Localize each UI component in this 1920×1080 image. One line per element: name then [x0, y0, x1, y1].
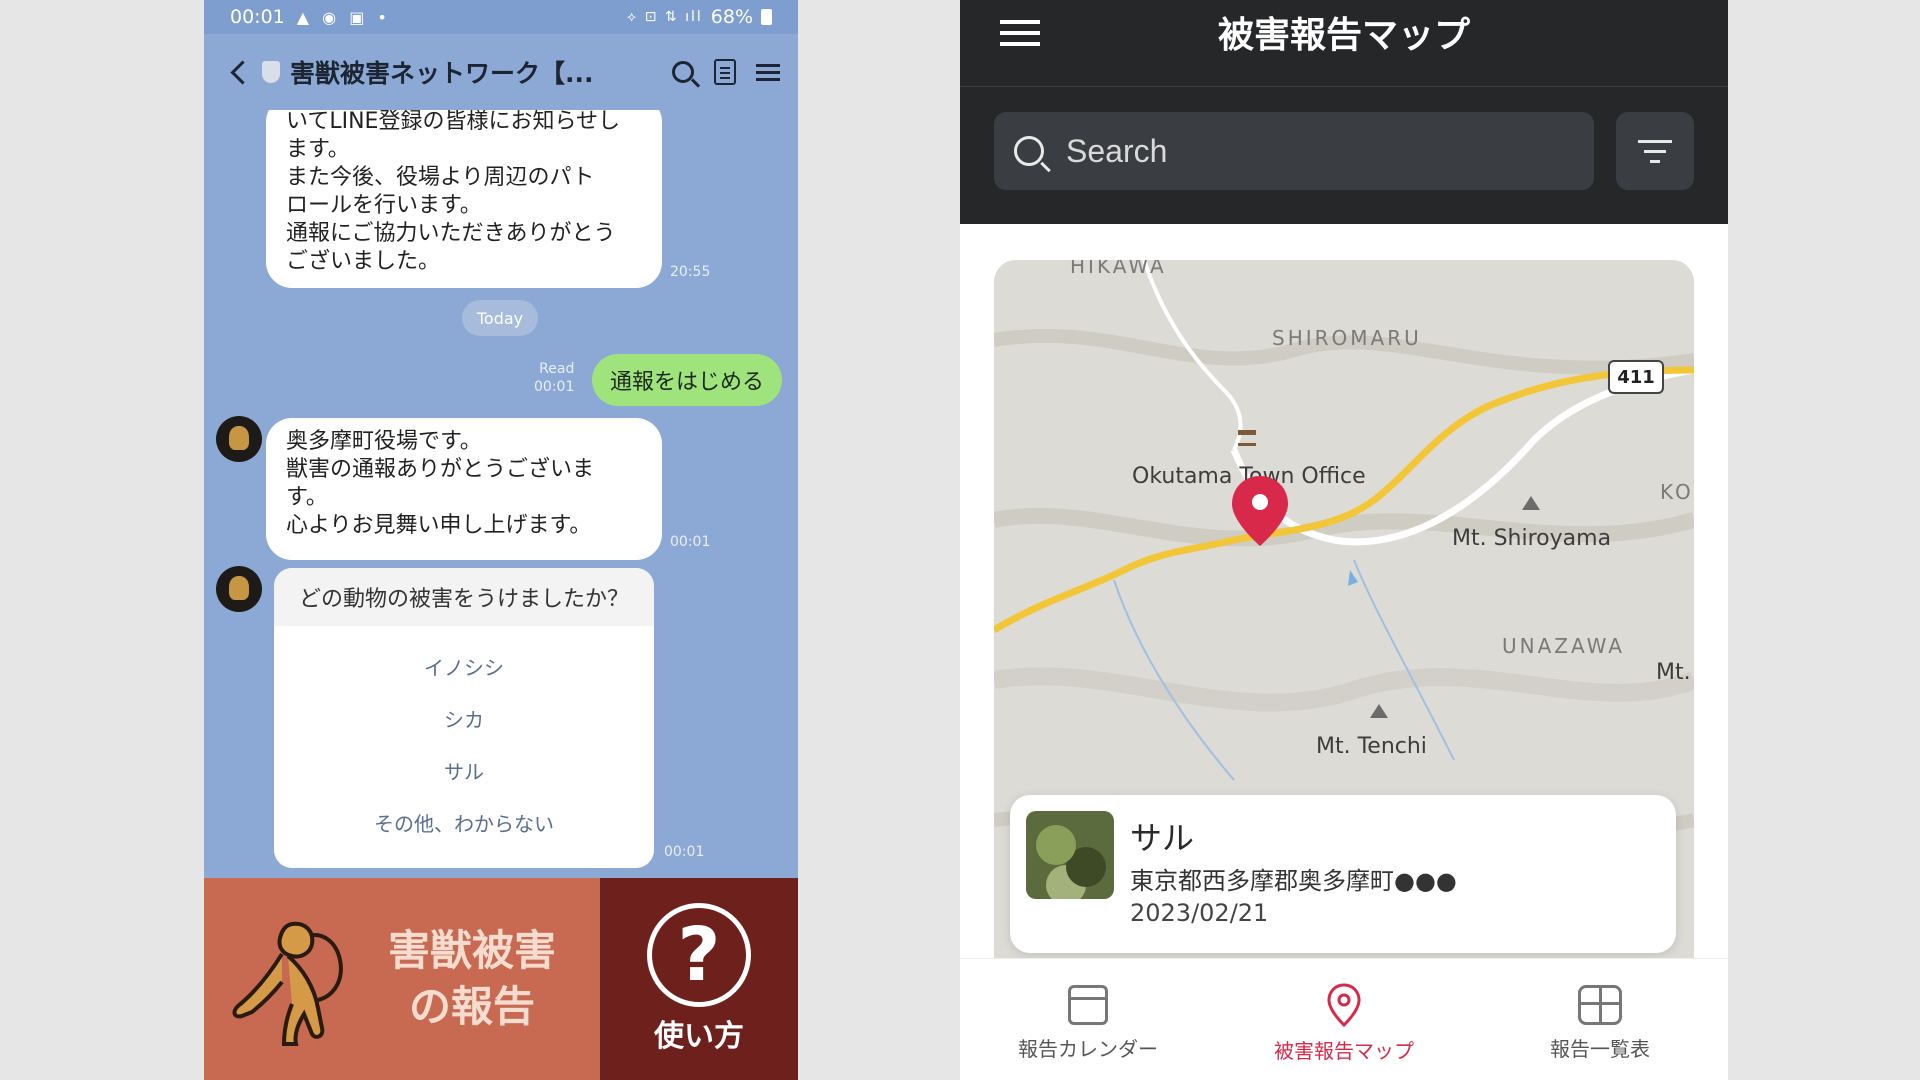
map-label-tenchi: Mt. Tenchi [1316, 734, 1427, 759]
filter-button[interactable] [1616, 112, 1694, 190]
report-title: サル [1130, 819, 1195, 857]
search-icon [1014, 136, 1044, 166]
search-placeholder: Search [1066, 132, 1168, 169]
monkey-icon [232, 921, 343, 1046]
battery-icon [761, 9, 772, 25]
map-label-shiromaru: SHIROMARU [1272, 326, 1422, 350]
option-saru[interactable]: サル [274, 744, 654, 796]
notes-icon[interactable] [714, 59, 736, 85]
route-shield: 411 [1608, 360, 1664, 394]
message-bubble: いてLINE登録の皆様にお知らせし ます。 また今後、役場より周辺のパト ロール… [266, 110, 662, 288]
question-mark-icon: ? [647, 903, 751, 1007]
shield-icon [262, 61, 280, 83]
mountain-icon [1522, 496, 1540, 510]
message-time: 00:01 [670, 534, 711, 550]
notification-icons: ▲ ◉ ▣ • [296, 7, 391, 27]
date-divider: Today [462, 300, 538, 336]
report-label: 害獣被害 の報告 [388, 926, 557, 1031]
table-icon [1578, 985, 1622, 1025]
message-time: 20:55 [670, 264, 711, 280]
signal-icon: ⟡ ⊡ ⇅ ıll [627, 9, 703, 25]
calendar-icon [1068, 985, 1108, 1025]
sent-message: 通報をはじめる [592, 354, 782, 406]
report-date: 2023/02/21 [1130, 899, 1269, 927]
question-text: どの動物の被害をうけましたか？ [274, 568, 654, 626]
message-bubble: 奥多摩町役場です。 獣害の通報ありがとうございま す。 心よりお見舞い申し上げま… [266, 418, 662, 560]
map-app-screen: 被害報告マップ Search HIKAWA SHIROMARU 411 Okut… [960, 0, 1728, 1080]
app-header: 被害報告マップ Search [960, 0, 1728, 224]
map-label-shiroyama: Mt. Shiroyama [1452, 526, 1612, 551]
report-damage-button[interactable]: 害獣被害 の報告 [204, 878, 600, 1080]
option-other[interactable]: その他、わからない [274, 796, 654, 848]
report-address: 東京都西多摩郡奥多摩町●●● [1130, 867, 1457, 895]
nav-map[interactable]: 被害報告マップ [1216, 959, 1472, 1080]
location-pin-icon[interactable] [1230, 474, 1290, 548]
map-pin-icon [1327, 983, 1361, 1027]
chat-messages: いてLINE登録の皆様にお知らせし ます。 また今後、役場より周辺のパト ロール… [204, 110, 798, 878]
battery-percent: 68% [710, 6, 753, 28]
chat-header: 害獣被害ネットワーク【... [204, 34, 798, 110]
town-office-icon [1238, 430, 1256, 446]
status-bar: 00:01 ▲ ◉ ▣ • ⟡ ⊡ ⇅ ıll 68% [204, 0, 798, 34]
page-title: 被害報告マップ [1217, 15, 1470, 56]
line-chat-screen: 00:01 ▲ ◉ ▣ • ⟡ ⊡ ⇅ ıll 68% 害獣被害ネットワーク【.… [204, 0, 798, 1080]
back-arrow-icon[interactable] [222, 52, 256, 92]
nav-list[interactable]: 報告一覧表 [1472, 959, 1728, 1080]
map-label-mt: Mt. [1656, 660, 1691, 685]
search-icon[interactable] [672, 61, 694, 83]
search-input[interactable]: Search [994, 112, 1594, 190]
bottom-nav: 報告カレンダー 被害報告マップ 報告一覧表 [960, 958, 1728, 1080]
quick-reply-card: どの動物の被害をうけましたか？ イノシシ シカ サル その他、わからない [274, 568, 654, 868]
avatar[interactable] [216, 416, 262, 462]
filter-icon [1638, 140, 1672, 164]
map-label-hikawa: HIKAWA [1070, 260, 1167, 278]
report-card[interactable]: サル 東京都西多摩郡奥多摩町●●● 2023/02/21 [1010, 795, 1676, 953]
map-label-unazawa: UNAZAWA [1502, 634, 1625, 658]
how-to-use-label: 使い方 [654, 1019, 744, 1054]
how-to-use-button[interactable]: ? 使い方 [600, 878, 798, 1080]
menu-icon[interactable] [756, 62, 780, 82]
read-receipt: Read 00:01 [534, 361, 575, 395]
chat-title: 害獣被害ネットワーク【... [290, 59, 594, 88]
report-photo [1026, 811, 1114, 899]
message-time: 00:01 [664, 844, 705, 860]
avatar[interactable] [216, 566, 262, 612]
map-label-ko: KO [1660, 480, 1694, 504]
option-shika[interactable]: シカ [274, 692, 654, 744]
option-inoshishi[interactable]: イノシシ [274, 640, 654, 692]
nav-calendar[interactable]: 報告カレンダー [960, 959, 1216, 1080]
header-divider [960, 86, 1728, 87]
rich-menu: 害獣被害 の報告 ? 使い方 [204, 878, 798, 1080]
status-time: 00:01 [230, 6, 285, 28]
mountain-icon [1370, 704, 1388, 718]
